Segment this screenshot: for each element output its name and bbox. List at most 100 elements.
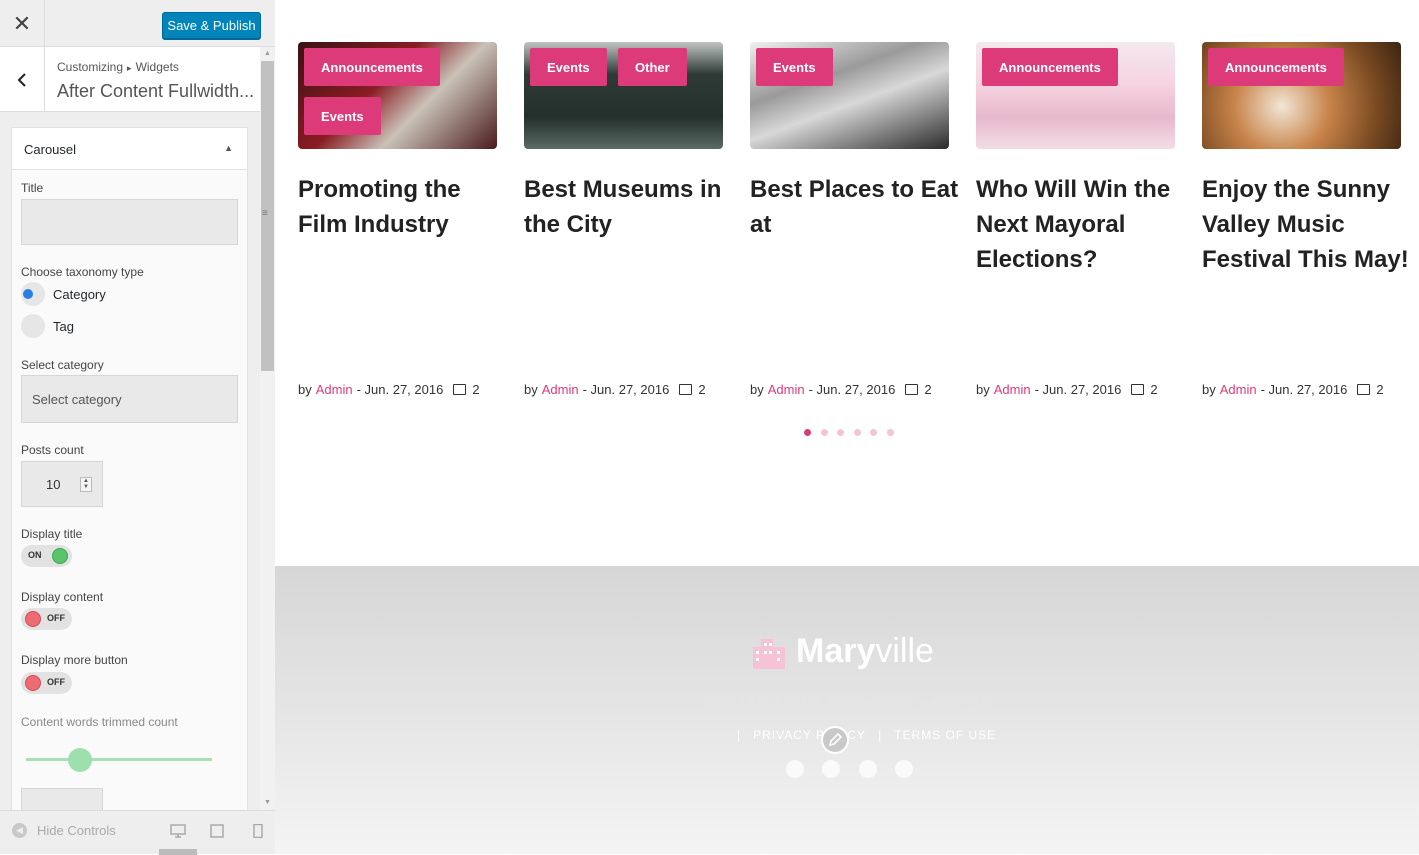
display-title-label: Display title	[21, 527, 83, 541]
carousel-dot[interactable]	[870, 429, 877, 436]
hide-controls-button[interactable]: ◀ Hide Controls	[12, 823, 116, 838]
spinner-arrows-icon[interactable]: ▲ ▼	[80, 477, 92, 492]
category-select[interactable]: Select category	[21, 375, 238, 423]
back-button[interactable]	[0, 47, 45, 112]
footer-links: | PRIVACY POLICY | TERMS OF USE	[737, 728, 1008, 742]
post-title[interactable]: Enjoy the Sunny Valley Music Festival Th…	[1202, 172, 1412, 277]
active-device-indicator	[159, 849, 197, 855]
facebook-icon[interactable]	[786, 760, 804, 778]
link-separator: |	[878, 728, 883, 742]
meta-by: by	[524, 382, 538, 397]
post-meta: by Admin - Jun. 27, 2016 2	[976, 382, 1158, 397]
comment-count[interactable]: 2	[1376, 382, 1383, 397]
instagram-icon[interactable]	[895, 760, 913, 778]
site-footer	[275, 566, 1419, 854]
meta-by: by	[976, 382, 990, 397]
carousel-dot[interactable]	[804, 429, 811, 436]
carousel-pagination	[804, 429, 903, 436]
meta-by: by	[750, 382, 764, 397]
display-title-toggle[interactable]: ON	[21, 545, 72, 567]
scroll-down-icon[interactable]: ▼	[260, 796, 275, 810]
tag-badge[interactable]: Other	[618, 48, 687, 86]
comment-icon	[1131, 384, 1145, 395]
tag-badge[interactable]: Announcements	[982, 48, 1118, 86]
post-meta: by Admin - Jun. 27, 2016 2	[1202, 382, 1384, 397]
posts-count-stepper[interactable]: 10 ▲ ▼	[21, 461, 103, 507]
author-link[interactable]: Admin	[768, 382, 805, 397]
terms-of-use-link[interactable]: TERMS OF USE	[894, 728, 996, 742]
resize-grip-icon[interactable]: ≡	[262, 208, 270, 222]
tag-badge[interactable]: Events	[756, 48, 833, 86]
customizer-topbar: ✕ Save & Publish	[0, 0, 275, 47]
author-link[interactable]: Admin	[316, 382, 353, 397]
radio-category[interactable]	[21, 282, 45, 306]
breadcrumb-separator-icon: ▸	[127, 63, 132, 73]
logo-text-bold: Mary	[796, 632, 876, 670]
tablet-icon[interactable]	[209, 824, 225, 838]
toggle-state-text: OFF	[47, 613, 65, 623]
trim-slider-track[interactable]	[26, 758, 212, 761]
display-more-toggle[interactable]: OFF	[21, 672, 72, 694]
comment-count[interactable]: 2	[1150, 382, 1157, 397]
privacy-policy-link[interactable]: PRIVACY POLICY	[753, 728, 866, 742]
posts-count-value: 10	[46, 477, 61, 492]
carousel-widget-panel: Carousel ▲ Title Choose taxonomy type Ca…	[11, 127, 248, 817]
link-separator: |	[737, 728, 742, 742]
comment-count[interactable]: 2	[472, 382, 479, 397]
post-title[interactable]: Promoting the Film Industry	[298, 172, 508, 242]
meta-by: by	[1202, 382, 1216, 397]
save-publish-button[interactable]: Save & Publish	[162, 12, 261, 39]
post-title[interactable]: Who Will Win the Next Mayoral Elections?	[976, 172, 1186, 277]
post-title[interactable]: Best Museums in the City	[524, 172, 734, 242]
sidebar-scrollbar[interactable]: ▲ ▼	[260, 47, 275, 810]
toggle-knob	[25, 675, 41, 691]
tag-badge[interactable]: Announcements	[1208, 48, 1344, 86]
radio-tag[interactable]	[21, 314, 45, 338]
radio-category-label: Category	[53, 287, 106, 302]
author-link[interactable]: Admin	[1220, 382, 1257, 397]
close-icon: ✕	[12, 10, 32, 36]
author-link[interactable]: Admin	[994, 382, 1031, 397]
chevron-left-icon	[17, 72, 26, 87]
trim-slider-handle[interactable]	[68, 748, 92, 772]
google-plus-icon[interactable]	[859, 760, 877, 778]
site-logo[interactable]: Mary ville	[751, 632, 934, 671]
edit-shortcut-pencil-icon[interactable]	[821, 726, 849, 754]
site-preview: Announcements Events Promoting the Film …	[275, 0, 1419, 854]
comment-icon	[679, 384, 693, 395]
widget-header[interactable]: Carousel ▲	[12, 128, 247, 170]
tag-badge[interactable]: Events	[530, 48, 607, 86]
section-header: Customizing ▸ Widgets After Content Fullwi…	[0, 47, 260, 112]
display-content-toggle[interactable]: OFF	[21, 608, 72, 630]
post-date: - Jun. 27, 2016	[356, 382, 444, 397]
mobile-icon[interactable]	[250, 824, 266, 838]
widget-title: Carousel	[24, 142, 77, 157]
comment-count[interactable]: 2	[698, 382, 705, 397]
post-date: - Jun. 27, 2016	[808, 382, 896, 397]
trim-count-label: Content words trimmed count	[21, 715, 178, 729]
customizer-sidebar: ✕ Save & Publish Customizing ▸ Widgets Aft…	[0, 0, 275, 855]
carousel-dot[interactable]	[837, 429, 844, 436]
post-meta: by Admin - Jun. 27, 2016 2	[298, 382, 480, 397]
carousel-dot[interactable]	[820, 429, 828, 436]
post-date: - Jun. 27, 2016	[1260, 382, 1348, 397]
close-customizer-button[interactable]: ✕	[0, 0, 45, 47]
author-link[interactable]: Admin	[542, 382, 579, 397]
logo-text-light: ville	[875, 632, 934, 670]
display-more-label: Display more button	[21, 653, 128, 667]
twitter-icon[interactable]	[822, 760, 840, 778]
title-input[interactable]	[21, 199, 238, 245]
post-date: - Jun. 27, 2016	[1034, 382, 1122, 397]
comment-count[interactable]: 2	[924, 382, 931, 397]
carousel-dot[interactable]	[853, 429, 861, 436]
collapse-arrow-icon[interactable]: ▲	[224, 143, 233, 153]
tag-badge[interactable]: Announcements	[304, 48, 440, 86]
scroll-up-icon[interactable]: ▲	[260, 47, 275, 61]
post-title[interactable]: Best Places to Eat at	[750, 172, 960, 242]
carousel-dot[interactable]	[886, 429, 894, 436]
tag-badge[interactable]: Events	[304, 97, 381, 135]
toggle-knob	[25, 611, 41, 627]
desktop-icon[interactable]	[170, 824, 186, 838]
taxonomy-label: Choose taxonomy type	[21, 265, 144, 279]
post-meta: by Admin - Jun. 27, 2016 2	[750, 382, 932, 397]
